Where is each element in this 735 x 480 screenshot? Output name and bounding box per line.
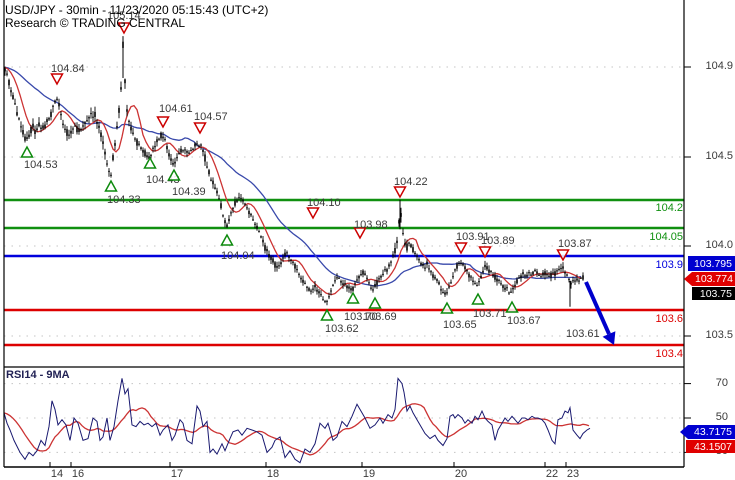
y-axis-label: 104.0 bbox=[705, 239, 733, 251]
support-level-label: 103.6 bbox=[655, 313, 683, 325]
swing-low-marker-icon bbox=[440, 301, 454, 314]
panel-borders bbox=[3, 0, 685, 468]
y-axis-label: 103.5 bbox=[705, 329, 733, 341]
swing-price-label: 104.10 bbox=[307, 197, 341, 209]
x-axis-day-label: 19 bbox=[362, 468, 376, 480]
x-axis-day-label: 14 bbox=[50, 468, 64, 480]
swing-price-label: 103.87 bbox=[558, 238, 592, 250]
rsi-value-badge: 43.7175 bbox=[680, 425, 735, 439]
swing-price-label: 103.71 bbox=[473, 308, 507, 320]
swing-high-marker-icon bbox=[50, 73, 64, 86]
swing-high-marker-icon bbox=[393, 186, 407, 199]
x-axis-day-label: 18 bbox=[266, 468, 280, 480]
swing-price-label: 104.84 bbox=[51, 63, 85, 75]
swing-low-marker-icon bbox=[368, 296, 382, 309]
resistance-level-label: 104.2 bbox=[655, 202, 683, 214]
swing-price-label: 103.65 bbox=[443, 319, 477, 331]
swing-price-label: 104.39 bbox=[172, 186, 206, 198]
price-arrow-icon bbox=[684, 272, 692, 286]
swing-price-label: 104.57 bbox=[194, 111, 228, 123]
rsi-ma-badge: 43.1507 bbox=[686, 440, 735, 453]
swing-low-marker-icon bbox=[346, 291, 360, 304]
swing-price-label: 103.62 bbox=[325, 323, 359, 335]
swing-price-label: 104.22 bbox=[394, 176, 428, 188]
indicator-price-badge: 103.75 bbox=[692, 287, 735, 300]
swing-price-label: 104.61 bbox=[159, 103, 193, 115]
swing-high-marker-icon bbox=[156, 116, 170, 129]
current-price-badge: 103.774 bbox=[684, 272, 735, 286]
chart-window: 105.14 104.84 104.61 104.57 104.10 103.98 104.… bbox=[0, 0, 735, 480]
swing-high-marker-icon bbox=[306, 207, 320, 220]
price-chart-canvas[interactable]: 105.14104.84104.61104.57104.10103.98104.… bbox=[0, 0, 735, 480]
rsi-axis-label: 50 bbox=[715, 411, 728, 423]
swing-high-marker-icon bbox=[193, 122, 207, 135]
swing-price-label: 104.33 bbox=[107, 194, 141, 206]
swing-price-label: 103.67 bbox=[507, 315, 541, 327]
rsi-arrow-icon bbox=[680, 425, 688, 439]
ma-slow-line bbox=[4, 66, 582, 287]
swing-price-label: 103.61 bbox=[566, 328, 600, 340]
support-level-label: 103.4 bbox=[655, 348, 683, 360]
resistance-level-label: 104.05 bbox=[649, 231, 683, 243]
swing-low-marker-icon bbox=[320, 308, 334, 321]
y-axis-label: 104.9 bbox=[705, 60, 733, 72]
rsi-axis-label: 70 bbox=[715, 377, 728, 389]
swing-low-marker-icon bbox=[104, 179, 118, 192]
rsi-ma-line bbox=[3, 403, 590, 456]
chart-provider: Research © TRADING CENTRAL bbox=[5, 16, 185, 30]
y-axis-label: 104.5 bbox=[705, 150, 733, 162]
x-axis-day-label: 17 bbox=[170, 468, 184, 480]
swing-low-marker-icon bbox=[471, 292, 485, 305]
swing-high-marker-icon bbox=[454, 242, 468, 255]
swing-low-marker-icon bbox=[143, 156, 157, 169]
ma-fast-line bbox=[4, 66, 582, 296]
last-close-badge: 103.795 bbox=[688, 256, 735, 271]
swing-price-label: 103.89 bbox=[481, 235, 515, 247]
x-axis-day-label: 20 bbox=[454, 468, 468, 480]
chart-title: USD/JPY - 30min - 11/23/2020 05:15:43 (U… bbox=[5, 3, 269, 17]
x-axis-day-label: 22 bbox=[545, 468, 559, 480]
swing-low-marker-icon bbox=[505, 300, 519, 313]
pivot-level-label: 103.9 bbox=[655, 259, 683, 271]
rsi-lines bbox=[3, 377, 591, 464]
x-axis-day-label: 16 bbox=[71, 468, 85, 480]
moving-average-lines bbox=[4, 66, 582, 296]
swing-price-label: 103.98 bbox=[354, 219, 388, 231]
swing-price-label: 103.69 bbox=[363, 311, 397, 323]
rsi-panel-label: RSI14 - 9MA bbox=[6, 369, 70, 381]
swing-low-marker-icon bbox=[20, 145, 34, 158]
x-axis-day-label: 23 bbox=[566, 468, 580, 480]
swing-price-label: 104.53 bbox=[24, 159, 58, 171]
swing-price-label: 104.04 bbox=[221, 250, 255, 262]
swing-low-marker-icon bbox=[220, 233, 234, 246]
candlesticks bbox=[4, 36, 584, 307]
